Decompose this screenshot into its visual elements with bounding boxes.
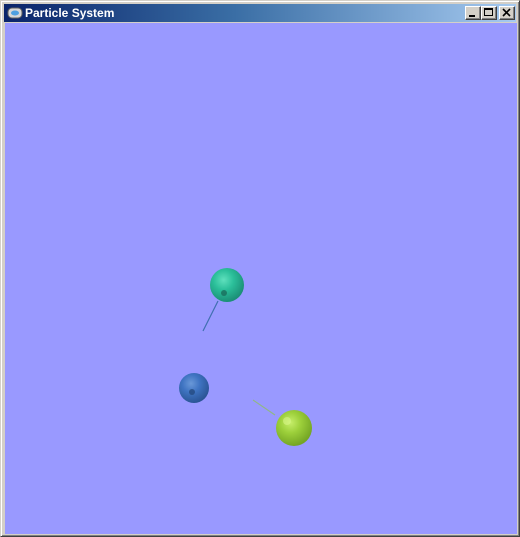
particle-trail — [202, 300, 219, 332]
title-bar[interactable]: Particle System — [4, 4, 516, 22]
particle-blue — [179, 373, 209, 403]
render-canvas[interactable] — [5, 23, 517, 534]
window-title: Particle System — [25, 6, 115, 20]
particle-trail — [252, 399, 276, 416]
particle-scene — [179, 268, 312, 446]
app-window: Particle System — [0, 0, 520, 537]
minimize-button[interactable] — [465, 6, 481, 20]
maximize-button[interactable] — [481, 6, 497, 20]
close-icon — [502, 8, 511, 17]
close-button[interactable] — [499, 6, 515, 20]
app-window-icon[interactable] — [7, 6, 23, 20]
maximize-icon — [484, 8, 493, 16]
particle-teal — [210, 268, 244, 302]
particle-green — [276, 410, 312, 446]
minimize-icon — [469, 15, 475, 17]
